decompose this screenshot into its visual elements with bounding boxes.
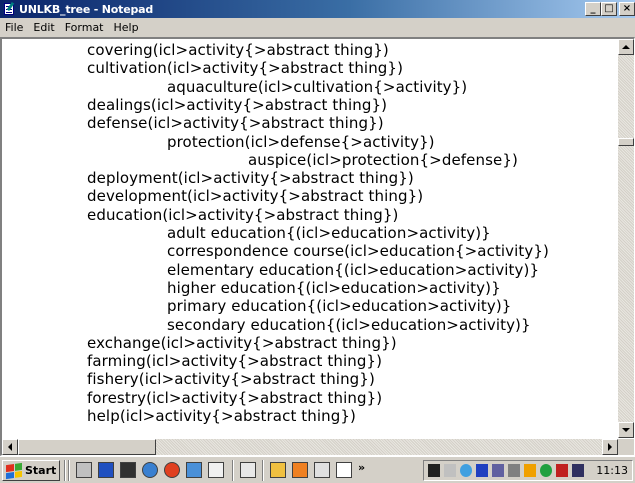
quicklaunch-paint-icon[interactable]: [76, 462, 92, 478]
taskbar-separator: [68, 460, 70, 481]
text-line: fishery(icl>activity{>abstract thing}): [87, 370, 375, 389]
windows-logo-icon: [6, 462, 22, 479]
quicklaunch-media-player-icon[interactable]: [292, 462, 308, 478]
quicklaunch-calculator-icon[interactable]: [240, 462, 256, 478]
tray-calendar-icon[interactable]: [572, 464, 584, 477]
text-line: aquaculture(icl>cultivation{>activity}): [167, 77, 468, 96]
close-button[interactable]: ×: [619, 2, 635, 16]
text-line: cultivation(icl>activity{>abstract thing…: [87, 59, 404, 78]
menu-help[interactable]: Help: [109, 21, 144, 34]
arrow-right-icon: [608, 443, 612, 451]
notepad-window: UNLKB_tree - Notepad _ □ × File Edit For…: [0, 0, 635, 456]
text-line: defense(icl>activity{>abstract thing}): [87, 114, 384, 133]
taskbar-separator: [232, 460, 234, 481]
taskbar: Start » 11:13: [0, 456, 635, 483]
text-line: dealings(icl>activity{>abstract thing}): [87, 95, 388, 114]
text-line: auspice(icl>protection{>defense}): [248, 150, 518, 169]
tray-za-icon[interactable]: [524, 464, 536, 477]
horizontal-scroll-thumb[interactable]: [18, 439, 156, 455]
text-line: development(icl>activity{>abstract thing…: [87, 187, 424, 206]
text-line: primary education{(icl>education>activit…: [167, 297, 512, 316]
minimize-button[interactable]: _: [585, 2, 601, 16]
quicklaunch-firefox-icon[interactable]: [164, 462, 180, 478]
text-line: deployment(icl>activity{>abstract thing}…: [87, 169, 414, 188]
text-line: farming(icl>activity{>abstract thing}): [87, 352, 383, 371]
quicklaunch-notepad-icon[interactable]: [208, 462, 224, 478]
system-tray: 11:13: [423, 460, 633, 481]
scroll-down-button[interactable]: [618, 422, 634, 438]
tray-language-icon[interactable]: [492, 464, 504, 477]
text-line: protection(icl>defense{>activity}): [167, 132, 435, 151]
arrow-up-icon: [622, 45, 630, 49]
menu-format[interactable]: Format: [60, 21, 109, 34]
horizontal-scrollbar[interactable]: [2, 439, 618, 455]
menu-edit[interactable]: Edit: [28, 21, 59, 34]
start-label: Start: [25, 464, 57, 477]
tray-volume-icon[interactable]: [444, 464, 456, 477]
text-line: education(icl>activity{>abstract thing}): [87, 205, 399, 224]
tray-update-icon[interactable]: [540, 464, 552, 477]
editor-frame: covering(icl>activity{>abstract thing}) c…: [0, 37, 635, 456]
start-button[interactable]: Start: [2, 460, 60, 481]
taskbar-separator: [262, 460, 264, 481]
tray-security-icon[interactable]: [476, 464, 488, 477]
quicklaunch-pen-icon[interactable]: [314, 462, 330, 478]
text-line: forestry(icl>activity{>abstract thing}): [87, 388, 383, 407]
notepad-icon[interactable]: [2, 1, 16, 16]
tray-usb-icon[interactable]: [428, 464, 440, 477]
title-bar[interactable]: UNLKB_tree - Notepad _ □ ×: [0, 0, 635, 18]
text-line: covering(icl>activity{>abstract thing}): [87, 41, 389, 59]
vertical-scrollbar[interactable]: [618, 39, 634, 438]
quicklaunch-folder-icon[interactable]: [270, 462, 286, 478]
tray-printer-icon[interactable]: [508, 464, 520, 477]
text-line: exchange(icl>activity{>abstract thing}): [87, 333, 397, 352]
scroll-up-button[interactable]: [618, 39, 634, 55]
scroll-left-button[interactable]: [2, 439, 18, 455]
text-line: higher education{(icl>education>activity…: [167, 278, 501, 297]
text-editor[interactable]: covering(icl>activity{>abstract thing}) c…: [2, 39, 618, 438]
text-line: secondary education{(icl>education>activ…: [167, 315, 531, 334]
quicklaunch-browser-icon[interactable]: [186, 462, 202, 478]
arrow-down-icon: [622, 428, 630, 432]
menu-bar: File Edit Format Help: [0, 18, 635, 37]
text-line: adult education{(icl>education>activity)…: [167, 224, 491, 242]
text-line: elementary education{(icl>education>acti…: [167, 260, 540, 279]
menu-file[interactable]: File: [0, 21, 28, 34]
size-grip[interactable]: [618, 439, 634, 455]
text-line: correspondence course(icl>education{>act…: [167, 242, 549, 261]
quicklaunch-ie-icon[interactable]: [142, 462, 158, 478]
vertical-scroll-thumb[interactable]: [618, 138, 634, 146]
quicklaunch-word-icon[interactable]: [98, 462, 114, 478]
window-title: UNLKB_tree - Notepad: [19, 2, 154, 16]
maximize-button[interactable]: □: [601, 2, 617, 16]
tray-dictionary-icon[interactable]: [556, 464, 568, 477]
clock[interactable]: 11:13: [596, 464, 628, 477]
taskbar-separator: [64, 460, 66, 481]
arrow-left-icon: [8, 443, 12, 451]
text-line: help(icl>activity{>abstract thing}): [87, 407, 356, 425]
tray-network-icon[interactable]: [460, 464, 472, 477]
quicklaunch-more-icon[interactable]: »: [358, 461, 365, 474]
scroll-right-button[interactable]: [602, 439, 618, 455]
quicklaunch-mail-icon[interactable]: [336, 462, 352, 478]
quicklaunch-console-icon[interactable]: [120, 462, 136, 478]
